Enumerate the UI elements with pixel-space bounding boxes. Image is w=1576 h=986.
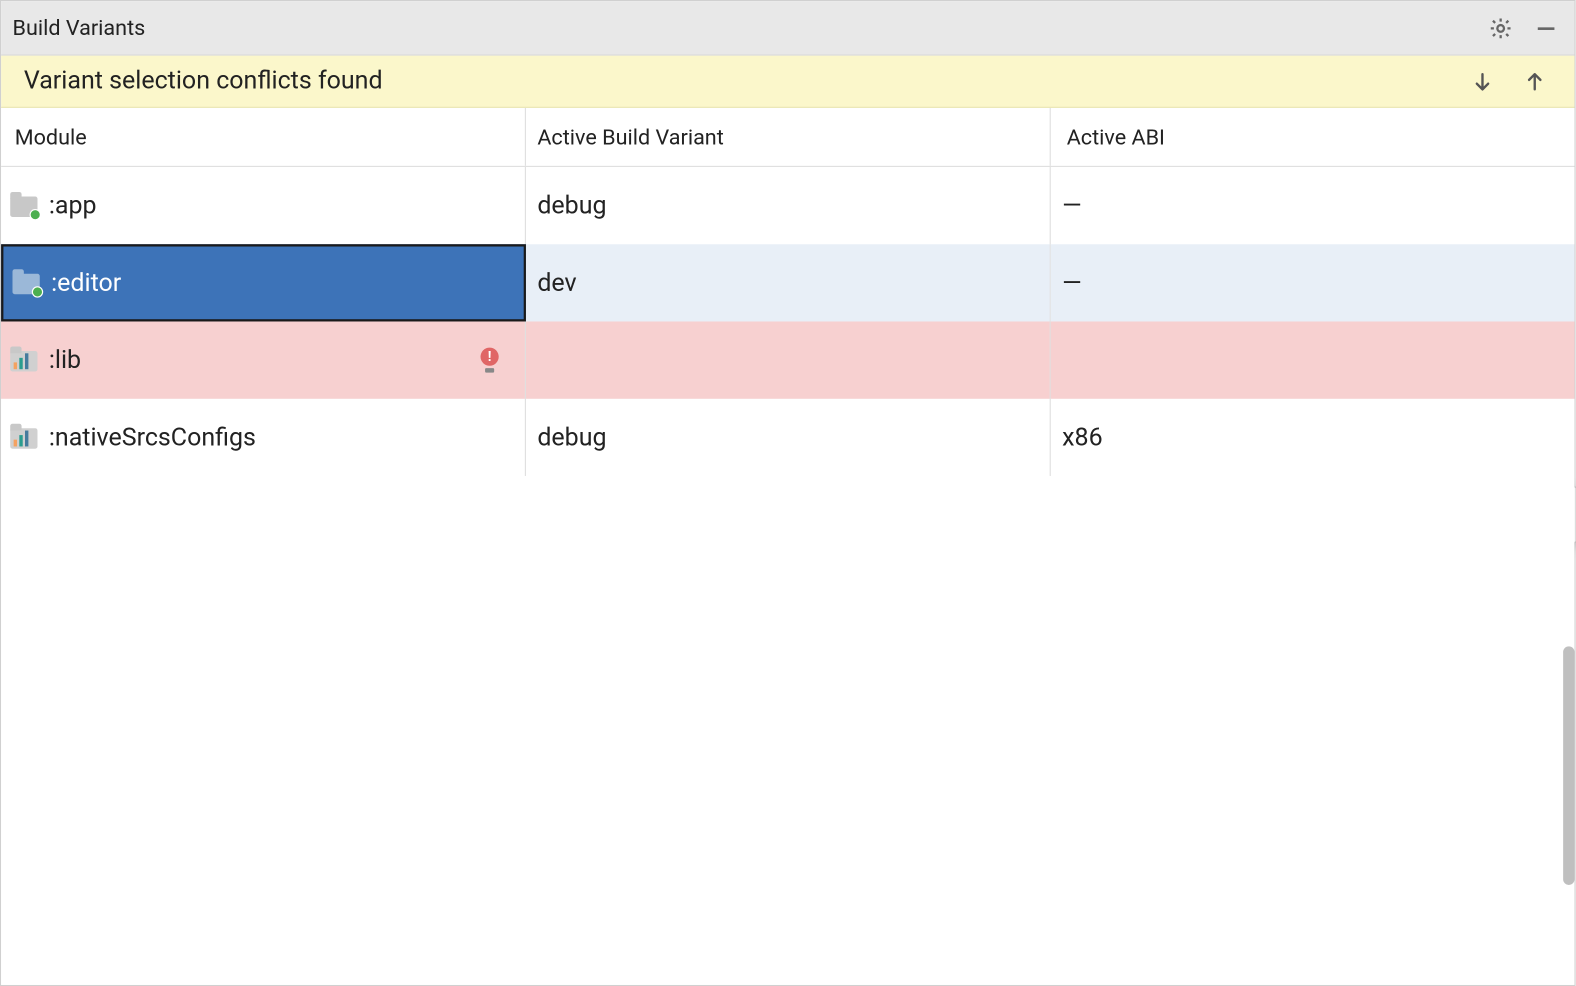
settings-button[interactable] (1488, 15, 1513, 40)
abi-cell[interactable] (1051, 321, 1575, 398)
conflict-warning-banner: Variant selection conflicts found (1, 56, 1574, 108)
table-header-row: Module Active Build Variant Active ABI (1, 108, 1574, 167)
module-name: :lib (49, 346, 468, 374)
panel-title: Build Variants (12, 15, 1488, 41)
module-name: :nativeSrcsConfigs (49, 423, 514, 451)
abi-cell[interactable]: — (1051, 167, 1575, 244)
table-row[interactable]: :nativeSrcsConfigs debug x86 (1, 399, 1574, 476)
app-module-icon (10, 194, 37, 217)
build-variants-panel: Build Variants Variant selection conflic… (0, 0, 1576, 986)
module-name: :app (49, 191, 514, 219)
vertical-scrollbar[interactable] (1563, 646, 1574, 885)
panel-header: Build Variants (1, 1, 1574, 56)
gear-icon (1488, 15, 1513, 40)
empty-area (1, 476, 1574, 985)
prev-conflict-button[interactable] (1522, 69, 1547, 94)
conflict-warning-icon[interactable] (479, 348, 499, 373)
column-header-abi[interactable]: Active ABI (1051, 108, 1575, 166)
next-conflict-button[interactable] (1470, 69, 1495, 94)
variant-cell[interactable]: debug (526, 399, 1051, 476)
library-module-icon (10, 349, 37, 372)
conflict-warning-text: Variant selection conflicts found (24, 67, 1470, 95)
minimize-button[interactable] (1534, 15, 1559, 40)
abi-cell[interactable]: — (1051, 244, 1575, 321)
minimize-icon (1534, 15, 1559, 40)
abi-cell[interactable]: x86 (1051, 399, 1575, 476)
module-cell[interactable]: :app (1, 167, 526, 244)
module-cell[interactable]: :editor (1, 244, 526, 321)
module-name: :editor (51, 269, 512, 297)
table-body: :app debug — :editor dev — (1, 167, 1574, 476)
module-cell[interactable]: :nativeSrcsConfigs (1, 399, 526, 476)
conflict-nav-actions (1470, 69, 1552, 94)
table-row[interactable]: :editor dev — (1, 244, 1574, 321)
app-module-icon (12, 272, 39, 295)
table-row[interactable]: :app debug — (1, 167, 1574, 244)
variant-cell[interactable] (526, 321, 1051, 398)
panel-header-actions (1488, 15, 1563, 40)
library-module-icon (10, 426, 37, 449)
variant-cell[interactable]: dev (526, 244, 1051, 321)
table-row[interactable]: :lib (1, 321, 1574, 398)
variant-cell[interactable]: debug (526, 167, 1051, 244)
column-header-module[interactable]: Module (1, 108, 526, 166)
arrow-up-icon (1523, 70, 1546, 93)
module-cell[interactable]: :lib (1, 321, 526, 398)
arrow-down-icon (1471, 70, 1494, 93)
column-header-variant[interactable]: Active Build Variant (526, 108, 1051, 166)
